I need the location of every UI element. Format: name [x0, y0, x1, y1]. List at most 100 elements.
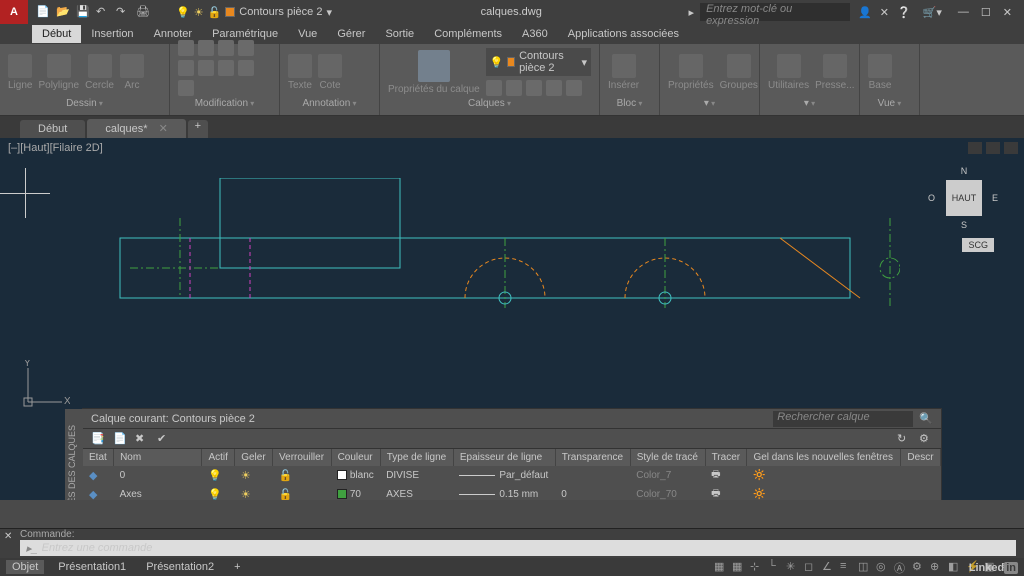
tool-array-icon[interactable]	[178, 80, 194, 96]
new-tab-button[interactable]: +	[188, 120, 208, 138]
ribbon-tab-a360[interactable]: A360	[512, 25, 558, 43]
layer-col-header[interactable]: Epaisseur de ligne	[453, 449, 555, 466]
tool-proprietes[interactable]: Propriétés	[668, 54, 714, 91]
ribbon-tab-complements[interactable]: Compléments	[424, 25, 512, 43]
layout-tab-plus[interactable]: +	[228, 560, 246, 574]
snap-icon[interactable]: ⊹	[750, 560, 766, 574]
signin-icon[interactable]: 👤	[850, 6, 880, 19]
cmdline-close-icon[interactable]: ✕	[4, 531, 12, 542]
qat-open-icon[interactable]: 📂	[56, 5, 70, 19]
cart-icon[interactable]: 🛒▾	[919, 6, 946, 19]
layer-plotstyle[interactable]: Color_70	[630, 485, 705, 500]
cycling-icon[interactable]: ◎	[876, 560, 892, 574]
layer-col-header[interactable]: Type de ligne	[380, 449, 453, 466]
tool-presse[interactable]: Presse...	[815, 54, 854, 91]
viewcube-face[interactable]: HAUT	[946, 180, 982, 216]
tool-groupes[interactable]: Groupes	[720, 54, 758, 91]
qat-redo-icon[interactable]: ↷	[116, 5, 130, 19]
layer-vpfreeze-icon[interactable]: 🔆	[747, 485, 901, 500]
ribbon-tab-debut[interactable]: Début	[32, 25, 81, 43]
ortho-icon[interactable]: └	[768, 560, 784, 574]
layer-color-swatch[interactable]	[337, 470, 347, 480]
ribbon-layer-dropdown[interactable]: 💡 Contours pièce 2 ▾	[486, 48, 591, 76]
delete-layer-icon[interactable]: ✖	[135, 432, 149, 446]
polar-icon[interactable]: ✳	[786, 560, 802, 574]
layer-col-header[interactable]: Verrouiller	[273, 449, 332, 466]
tool-trim-icon[interactable]	[218, 40, 234, 56]
minimize-button[interactable]: —	[958, 6, 969, 19]
layer-search-input[interactable]: Rechercher calque	[773, 411, 913, 427]
layer-lock-icon[interactable]: 🔓	[279, 470, 293, 482]
close-tab-icon[interactable]: ✕	[159, 123, 168, 135]
tool-copy-icon[interactable]	[238, 40, 254, 56]
layer-col-header[interactable]: Style de tracé	[630, 449, 705, 466]
otrack-icon[interactable]: ∠	[822, 560, 838, 574]
layer-col-header[interactable]: Transparence	[555, 449, 630, 466]
layer-col-header[interactable]: Actif	[202, 449, 235, 466]
layer-col-header[interactable]: Descr	[901, 449, 941, 466]
new-layer-icon[interactable]: 📑	[91, 432, 105, 446]
search-icon[interactable]: 🔍	[919, 412, 933, 425]
layer-plot-icon[interactable]: 🖶	[705, 466, 747, 485]
file-tab-calques[interactable]: calques* ✕	[87, 119, 185, 138]
ribbon-tab-apps[interactable]: Applications associées	[558, 25, 689, 43]
layer-col-header[interactable]: Nom	[114, 449, 202, 466]
layer-lineweight[interactable]: 0.15 mm	[453, 485, 555, 500]
tool-move-icon[interactable]	[178, 40, 194, 56]
workspace-icon[interactable]: ⚙	[912, 560, 928, 574]
viewport-label[interactable]: [–][Haut][Filaire 2D]	[8, 142, 103, 154]
layer-freeze-icon[interactable]: ☀	[241, 470, 251, 482]
layer-transparency[interactable]: 0	[555, 485, 630, 500]
panel-title-bloc[interactable]: Bloc	[608, 96, 651, 111]
layer-plot-icon[interactable]: 🖶	[705, 485, 747, 500]
panel-title-dessin[interactable]: Dessin	[8, 96, 161, 111]
viewport-minimize-icon[interactable]	[968, 142, 982, 154]
ribbon-tab-sortie[interactable]: Sortie	[375, 25, 424, 43]
cmdline-input[interactable]: ▸_ Entrez une commande	[20, 540, 1016, 556]
viewcube-south[interactable]: S	[961, 220, 967, 230]
osnap-icon[interactable]: ◻	[804, 560, 820, 574]
exchange-icon[interactable]: ✕	[880, 6, 889, 19]
new-layer-freeze-icon[interactable]: 📄	[113, 432, 127, 446]
layer-col-header[interactable]: Geler	[235, 449, 273, 466]
viewport-close-icon[interactable]	[1004, 142, 1018, 154]
ribbon-tab-gerer[interactable]: Gérer	[327, 25, 375, 43]
annotation-icon[interactable]: Ⓐ	[894, 560, 910, 574]
tool-arc[interactable]: Arc	[120, 54, 144, 91]
chevron-right-icon[interactable]: ▸	[683, 6, 701, 19]
file-tab-debut[interactable]: Début	[20, 120, 85, 138]
tool-scale-icon[interactable]	[238, 60, 254, 76]
tool-layer-properties[interactable]: Propriétés du calque	[388, 50, 480, 95]
qat-save-icon[interactable]: 💾	[76, 5, 90, 19]
layer-col-header[interactable]: Tracer	[705, 449, 747, 466]
tool-rotate-icon[interactable]	[198, 40, 214, 56]
layer-row[interactable]: ◆Axes💡☀🔓 70AXES0.15 mm0Color_70🖶🔆	[83, 485, 941, 500]
viewcube-north[interactable]: N	[961, 166, 968, 176]
layer-row[interactable]: ◆0💡☀🔓 blancDIVISEPar_défautColor_7🖶🔆	[83, 466, 941, 485]
lineweight-icon[interactable]: ≡	[840, 560, 856, 574]
layer-col-header[interactable]: Etat	[83, 449, 114, 466]
isolate-icon[interactable]: ◧	[948, 560, 964, 574]
layer-tool-icon[interactable]	[506, 80, 522, 96]
tool-utilitaires[interactable]: Utilitaires	[768, 54, 809, 91]
qat-new-icon[interactable]: 📄	[36, 5, 50, 19]
layer-transparency[interactable]	[555, 466, 630, 485]
scg-button[interactable]: SCG	[962, 238, 994, 252]
layer-vpfreeze-icon[interactable]: 🔆	[747, 466, 901, 485]
layer-tool-icon[interactable]	[526, 80, 542, 96]
tool-inserer[interactable]: Insérer	[608, 54, 639, 91]
panel-title-util[interactable]: ▾	[768, 96, 851, 111]
layout-tab-objet[interactable]: Objet	[6, 560, 44, 574]
tool-fillet-icon[interactable]	[198, 60, 214, 76]
panel-title-modification[interactable]: Modification	[178, 96, 271, 111]
tool-polyligne[interactable]: Polyligne	[38, 54, 79, 91]
grid-icon[interactable]: ▦	[732, 560, 748, 574]
layout-tab-pres1[interactable]: Présentation1	[52, 560, 132, 574]
viewcube[interactable]: N O E S HAUT	[934, 168, 994, 228]
tool-mirror-icon[interactable]	[178, 60, 194, 76]
layer-lock-icon[interactable]: 🔓	[279, 489, 293, 500]
panel-title-proprietes[interactable]: ▾	[668, 96, 751, 111]
layer-tool-icon[interactable]	[486, 80, 502, 96]
layer-freeze-icon[interactable]: ☀	[241, 489, 251, 500]
close-button[interactable]: ✕	[1003, 6, 1012, 19]
